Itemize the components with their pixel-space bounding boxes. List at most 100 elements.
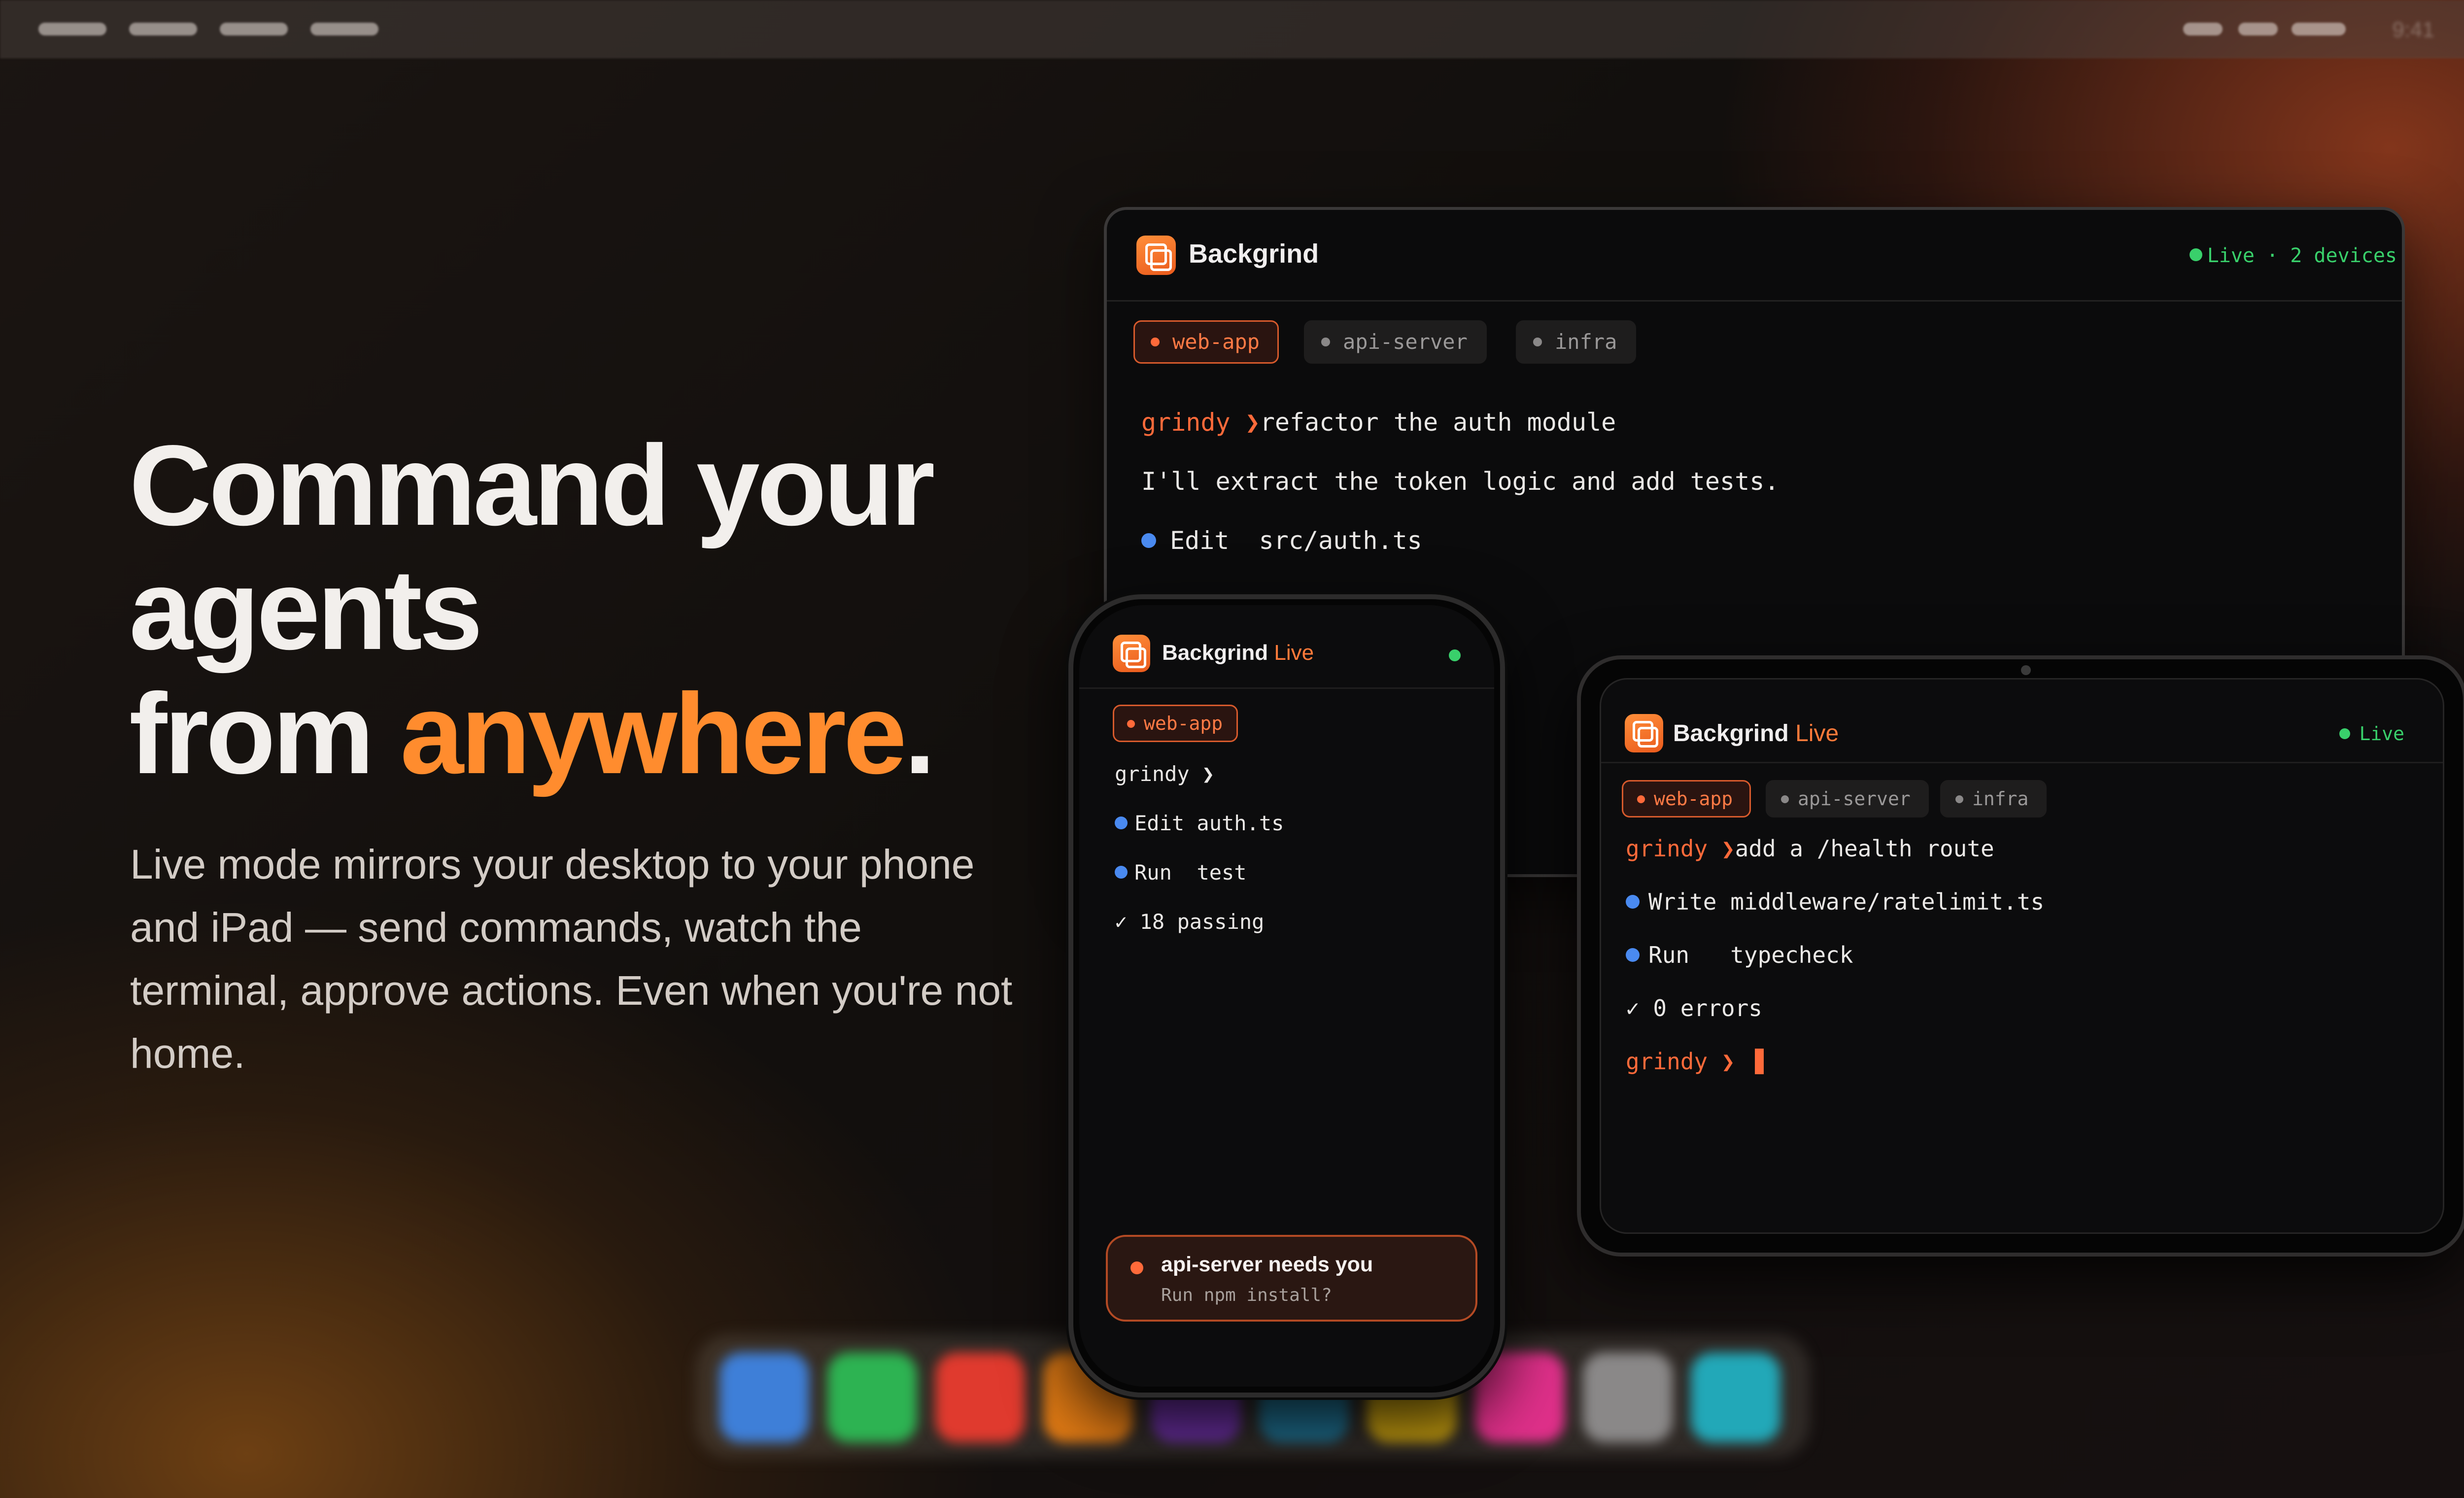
notification-title: api-server needs you bbox=[1161, 1253, 1373, 1276]
menu-item[interactable] bbox=[129, 23, 197, 35]
tool-dot-icon bbox=[1115, 817, 1128, 829]
terminal-prompt: grindy ❯ bbox=[1141, 408, 1260, 437]
menu-item[interactable] bbox=[38, 23, 106, 35]
phone-header: Backgrind Live bbox=[1079, 605, 1494, 689]
terminal-line-action: Edit src/auth.ts bbox=[1141, 526, 1422, 555]
action-verb: Run bbox=[1134, 860, 1172, 885]
terminal-command: add a /health route bbox=[1735, 835, 1994, 862]
action-target: middleware/ratelimit.ts bbox=[1730, 888, 2045, 915]
result-text: 0 errors bbox=[1653, 995, 1762, 1021]
menu-clock[interactable]: 9:41 bbox=[2392, 18, 2434, 42]
tab-label: web-app bbox=[1144, 713, 1223, 734]
menu-item[interactable] bbox=[310, 23, 378, 35]
live-dot-icon bbox=[2189, 248, 2202, 261]
tablet-screen: Backgrind Live Live web-app api-server i… bbox=[1600, 678, 2444, 1234]
check-icon: ✓ bbox=[1626, 995, 1640, 1021]
app-title: Backgrind bbox=[1189, 239, 1319, 269]
action-verb: Run bbox=[1648, 942, 1690, 968]
app-title-text: Backgrind bbox=[1673, 720, 1789, 747]
hero-title-prefix: from bbox=[129, 670, 400, 798]
hero-title: Command your agents from anywhere. bbox=[129, 424, 1115, 796]
terminal-line-run: Run typecheck bbox=[1626, 942, 1853, 968]
camera-icon bbox=[2021, 665, 2031, 675]
terminal-line-reply: I'll extract the token logic and add tes… bbox=[1141, 467, 1780, 496]
live-status: Live · 2 devices bbox=[2189, 244, 2397, 267]
terminal-line-result: ✓ 18 passing bbox=[1115, 910, 1264, 934]
dock-app-icon[interactable] bbox=[1691, 1353, 1780, 1442]
terminal-line-result: ✓ 0 errors bbox=[1626, 995, 1762, 1021]
tab-label: web-app bbox=[1172, 330, 1260, 354]
hero-title-line: Command your bbox=[129, 422, 935, 549]
terminal-prompt: grindy ❯ bbox=[1626, 1048, 1735, 1075]
text-cursor bbox=[1754, 1049, 1764, 1074]
tab-web-app[interactable]: web-app bbox=[1622, 780, 1751, 817]
app-title: Backgrind Live bbox=[1673, 720, 1839, 747]
tool-dot-icon bbox=[1626, 948, 1640, 962]
live-dot-icon bbox=[2339, 728, 2351, 739]
terminal-command: refactor the auth module bbox=[1260, 408, 1616, 437]
tab-infra[interactable]: infra bbox=[1940, 780, 2047, 817]
notification-subtitle: Run npm install? bbox=[1161, 1285, 1332, 1305]
live-status-text: Live · 2 devices bbox=[2207, 244, 2397, 267]
tab-dot-icon bbox=[1151, 338, 1160, 346]
menu-bar: 9:41 bbox=[0, 0, 2464, 58]
tablet-header: Backgrind Live Live bbox=[1601, 680, 2443, 763]
terminal-line-run: Run test bbox=[1115, 860, 1247, 885]
live-label: Live bbox=[1274, 641, 1314, 665]
tab-api-server[interactable]: api-server bbox=[1766, 780, 1929, 817]
action-verb: Write bbox=[1648, 888, 1717, 915]
result-text: 18 passing bbox=[1139, 910, 1265, 934]
approval-notification[interactable]: api-server needs you Run npm install? bbox=[1106, 1235, 1477, 1322]
tab-infra[interactable]: infra bbox=[1516, 320, 1637, 364]
app-title: Backgrind Live bbox=[1162, 641, 1314, 665]
tab-label: infra bbox=[1555, 330, 1617, 354]
hero-title-period: . bbox=[904, 670, 936, 798]
tab-dot-icon bbox=[1127, 720, 1135, 728]
tab-dot-icon bbox=[1321, 338, 1330, 346]
dock-app-icon[interactable] bbox=[719, 1353, 809, 1442]
tool-dot-icon bbox=[1115, 866, 1128, 879]
app-title-text: Backgrind bbox=[1162, 641, 1268, 665]
tab-web-app[interactable]: web-app bbox=[1113, 705, 1238, 742]
menu-item[interactable] bbox=[220, 23, 288, 35]
terminal-line-command: grindy ❯add a /health route bbox=[1626, 835, 1994, 862]
action-target: test bbox=[1197, 860, 1247, 885]
tab-label: infra bbox=[1972, 788, 2029, 810]
check-icon: ✓ bbox=[1115, 910, 1128, 934]
app-logo-icon bbox=[1625, 714, 1663, 752]
notification-dot-icon bbox=[1130, 1261, 1143, 1274]
action-target: typecheck bbox=[1730, 942, 1853, 968]
tool-dot-icon bbox=[1626, 895, 1640, 909]
tab-label: api-server bbox=[1798, 788, 1911, 810]
tab-dot-icon bbox=[1781, 795, 1789, 803]
tool-dot-icon bbox=[1141, 533, 1156, 548]
terminal-prompt: grindy ❯ bbox=[1115, 762, 1215, 786]
hero-subtitle: Live mode mirrors your desktop to your p… bbox=[130, 841, 1013, 1077]
tab-web-app[interactable]: web-app bbox=[1133, 320, 1279, 364]
tab-dot-icon bbox=[1955, 795, 1963, 803]
tab-dot-icon bbox=[1637, 795, 1645, 803]
tablet-device: Backgrind Live Live web-app api-server i… bbox=[1577, 655, 2464, 1257]
dock-app-icon[interactable] bbox=[935, 1353, 1025, 1442]
dock-app-icon[interactable] bbox=[827, 1353, 917, 1442]
tab-api-server[interactable]: api-server bbox=[1304, 320, 1487, 364]
tab-label: api-server bbox=[1343, 330, 1468, 354]
hero-title-line: from anywhere. bbox=[129, 672, 1115, 796]
tab-dot-icon bbox=[1533, 338, 1542, 346]
terminal-line-command: grindy ❯refactor the auth module bbox=[1141, 408, 1616, 437]
terminal-line-input[interactable]: grindy ❯ bbox=[1626, 1048, 1764, 1075]
terminal-line-write: Write middleware/ratelimit.ts bbox=[1626, 888, 2044, 915]
phone-screen: Backgrind Live web-app grindy ❯ Edit aut… bbox=[1079, 605, 1494, 1387]
control-center-icon[interactable] bbox=[2238, 23, 2278, 35]
hero-title-line: agents bbox=[129, 546, 483, 674]
wifi-icon[interactable] bbox=[2183, 23, 2223, 35]
battery-icon[interactable] bbox=[2292, 23, 2346, 35]
app-logo-icon bbox=[1113, 635, 1150, 672]
tab-label: web-app bbox=[1654, 788, 1733, 810]
terminal-prompt: grindy ❯ bbox=[1626, 835, 1735, 862]
live-label: Live bbox=[1795, 720, 1839, 747]
terminal-line-edit: Edit auth.ts bbox=[1115, 811, 1284, 835]
dock-app-icon[interactable] bbox=[1583, 1353, 1673, 1442]
app-logo-icon bbox=[1136, 236, 1176, 275]
phone-device: Backgrind Live web-app grindy ❯ Edit aut… bbox=[1068, 594, 1505, 1397]
